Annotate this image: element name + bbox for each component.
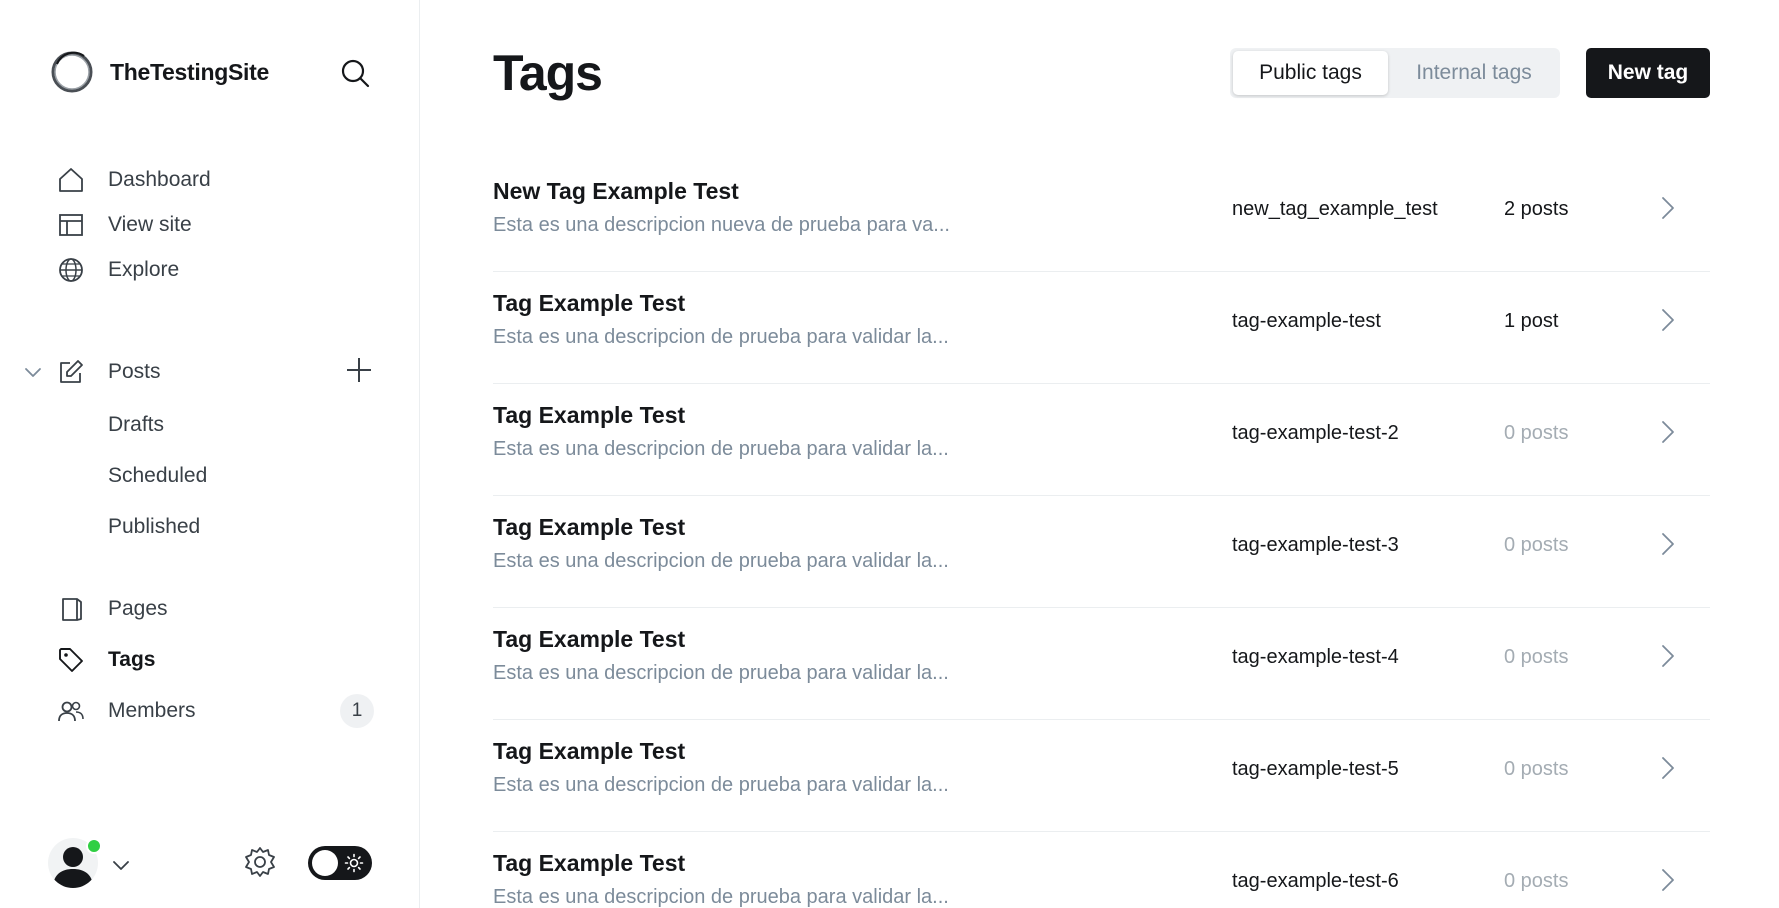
chevron-right-icon[interactable] [1656,748,1680,788]
tag-row[interactable]: Tag Example Test Esta es una descripcion… [493,720,1710,832]
tag-name[interactable]: Tag Example Test [493,626,685,653]
tag-post-count: 0 posts [1504,422,1569,444]
nav-posts[interactable]: Posts [56,355,161,389]
tag-description: Esta es una descripcion de prueba para v… [493,438,949,460]
tag-description: Esta es una descripcion de prueba para v… [493,774,949,796]
tag-slug: tag-example-test-3 [1232,534,1399,556]
tag-post-count: 0 posts [1504,758,1569,780]
tag-slug: tag-example-test [1232,310,1381,332]
chevron-right-icon[interactable] [1656,636,1680,676]
tab-public-tags[interactable]: Public tags [1233,51,1388,95]
nav-pages[interactable]: Pages [56,592,168,626]
page-title: Tags [493,45,603,101]
tag-list: New Tag Example Test Esta es una descrip… [493,160,1710,908]
tag-name[interactable]: Tag Example Test [493,290,685,317]
tag-name[interactable]: Tag Example Test [493,402,685,429]
nav-drafts[interactable]: Drafts [108,408,164,442]
globe-icon [56,255,86,285]
tag-row[interactable]: New Tag Example Test Esta es una descrip… [493,160,1710,272]
nav-members[interactable]: Members [56,694,196,728]
chevron-down-icon[interactable] [22,361,44,383]
tag-slug: tag-example-test-4 [1232,646,1399,668]
nav-dashboard[interactable]: Dashboard [56,163,211,197]
brand[interactable]: TheTestingSite [49,49,269,95]
online-status-dot [86,838,102,854]
tag-description: Esta es una descripcion de prueba para v… [493,886,949,908]
nav-view-site-label: View site [108,213,192,236]
tag-post-count[interactable]: 2 posts [1504,198,1568,221]
nav-tags-label: Tags [108,648,156,671]
tag-post-count[interactable]: 1 post [1504,310,1558,333]
tag-post-count: 0 posts [1504,646,1569,668]
pencil-square-icon [56,357,86,387]
members-count-badge: 1 [340,694,374,728]
tag-row[interactable]: Tag Example Test Esta es una descripcion… [493,384,1710,496]
chevron-right-icon[interactable] [1656,412,1680,452]
tag-slug: tag-example-test-6 [1232,870,1399,892]
nav-view-site[interactable]: View site [56,208,192,242]
tag-slug: tag-example-test-2 [1232,422,1399,444]
nav-explore-label: Explore [108,258,180,281]
tag-description: Esta es una descripcion nueva de prueba … [493,214,950,236]
add-post-icon[interactable] [344,355,374,385]
tag-description: Esta es una descripcion de prueba para v… [493,326,949,348]
nav-pages-label: Pages [108,597,168,620]
chevron-right-icon[interactable] [1656,188,1680,228]
toggle-knob [312,850,338,876]
gear-icon[interactable] [243,845,277,879]
tag-description: Esta es una descripcion de prueba para v… [493,662,949,684]
tag-slug: new_tag_example_test [1232,198,1438,220]
tag-icon [56,645,86,675]
layout-icon [56,210,86,240]
tag-row[interactable]: Tag Example Test Esta es una descripcion… [493,272,1710,384]
chevron-right-icon[interactable] [1656,860,1680,900]
tag-row[interactable]: Tag Example Test Esta es una descripcion… [493,608,1710,720]
tag-name[interactable]: Tag Example Test [493,514,685,541]
site-logo-icon [49,49,95,95]
site-name: TheTestingSite [110,58,269,85]
tag-slug: tag-example-test-5 [1232,758,1399,780]
tag-description: Esta es una descripcion de prueba para v… [493,550,949,572]
new-tag-button[interactable]: New tag [1586,48,1710,98]
tab-internal-tags[interactable]: Internal tags [1390,51,1558,95]
page-icon [56,594,86,624]
tag-post-count: 0 posts [1504,870,1569,892]
nav-dashboard-label: Dashboard [108,168,211,191]
tag-name[interactable]: Tag Example Test [493,738,685,765]
tag-row[interactable]: Tag Example Test Esta es una descripcion… [493,496,1710,608]
nav-published[interactable]: Published [108,510,200,544]
search-icon[interactable] [338,56,372,90]
home-icon [56,165,86,195]
users-icon [56,696,86,726]
chevron-down-icon[interactable] [110,854,132,876]
tag-name[interactable]: New Tag Example Test [493,178,739,205]
tag-post-count: 0 posts [1504,534,1569,556]
tag-type-switch: Public tags Internal tags [1230,48,1560,98]
nav-tags[interactable]: Tags [56,643,155,677]
nav-scheduled[interactable]: Scheduled [108,459,207,493]
tag-row[interactable]: Tag Example Test Esta es una descripcion… [493,832,1710,908]
chevron-right-icon[interactable] [1656,300,1680,340]
theme-toggle[interactable] [308,846,372,880]
nav-posts-label: Posts [108,360,161,383]
sidebar: TheTestingSite Dashboard View site Explo… [0,0,420,908]
chevron-right-icon[interactable] [1656,524,1680,564]
nav-explore[interactable]: Explore [56,253,179,287]
tag-name[interactable]: Tag Example Test [493,850,685,877]
sun-icon [344,853,364,873]
nav-members-label: Members [108,699,196,722]
